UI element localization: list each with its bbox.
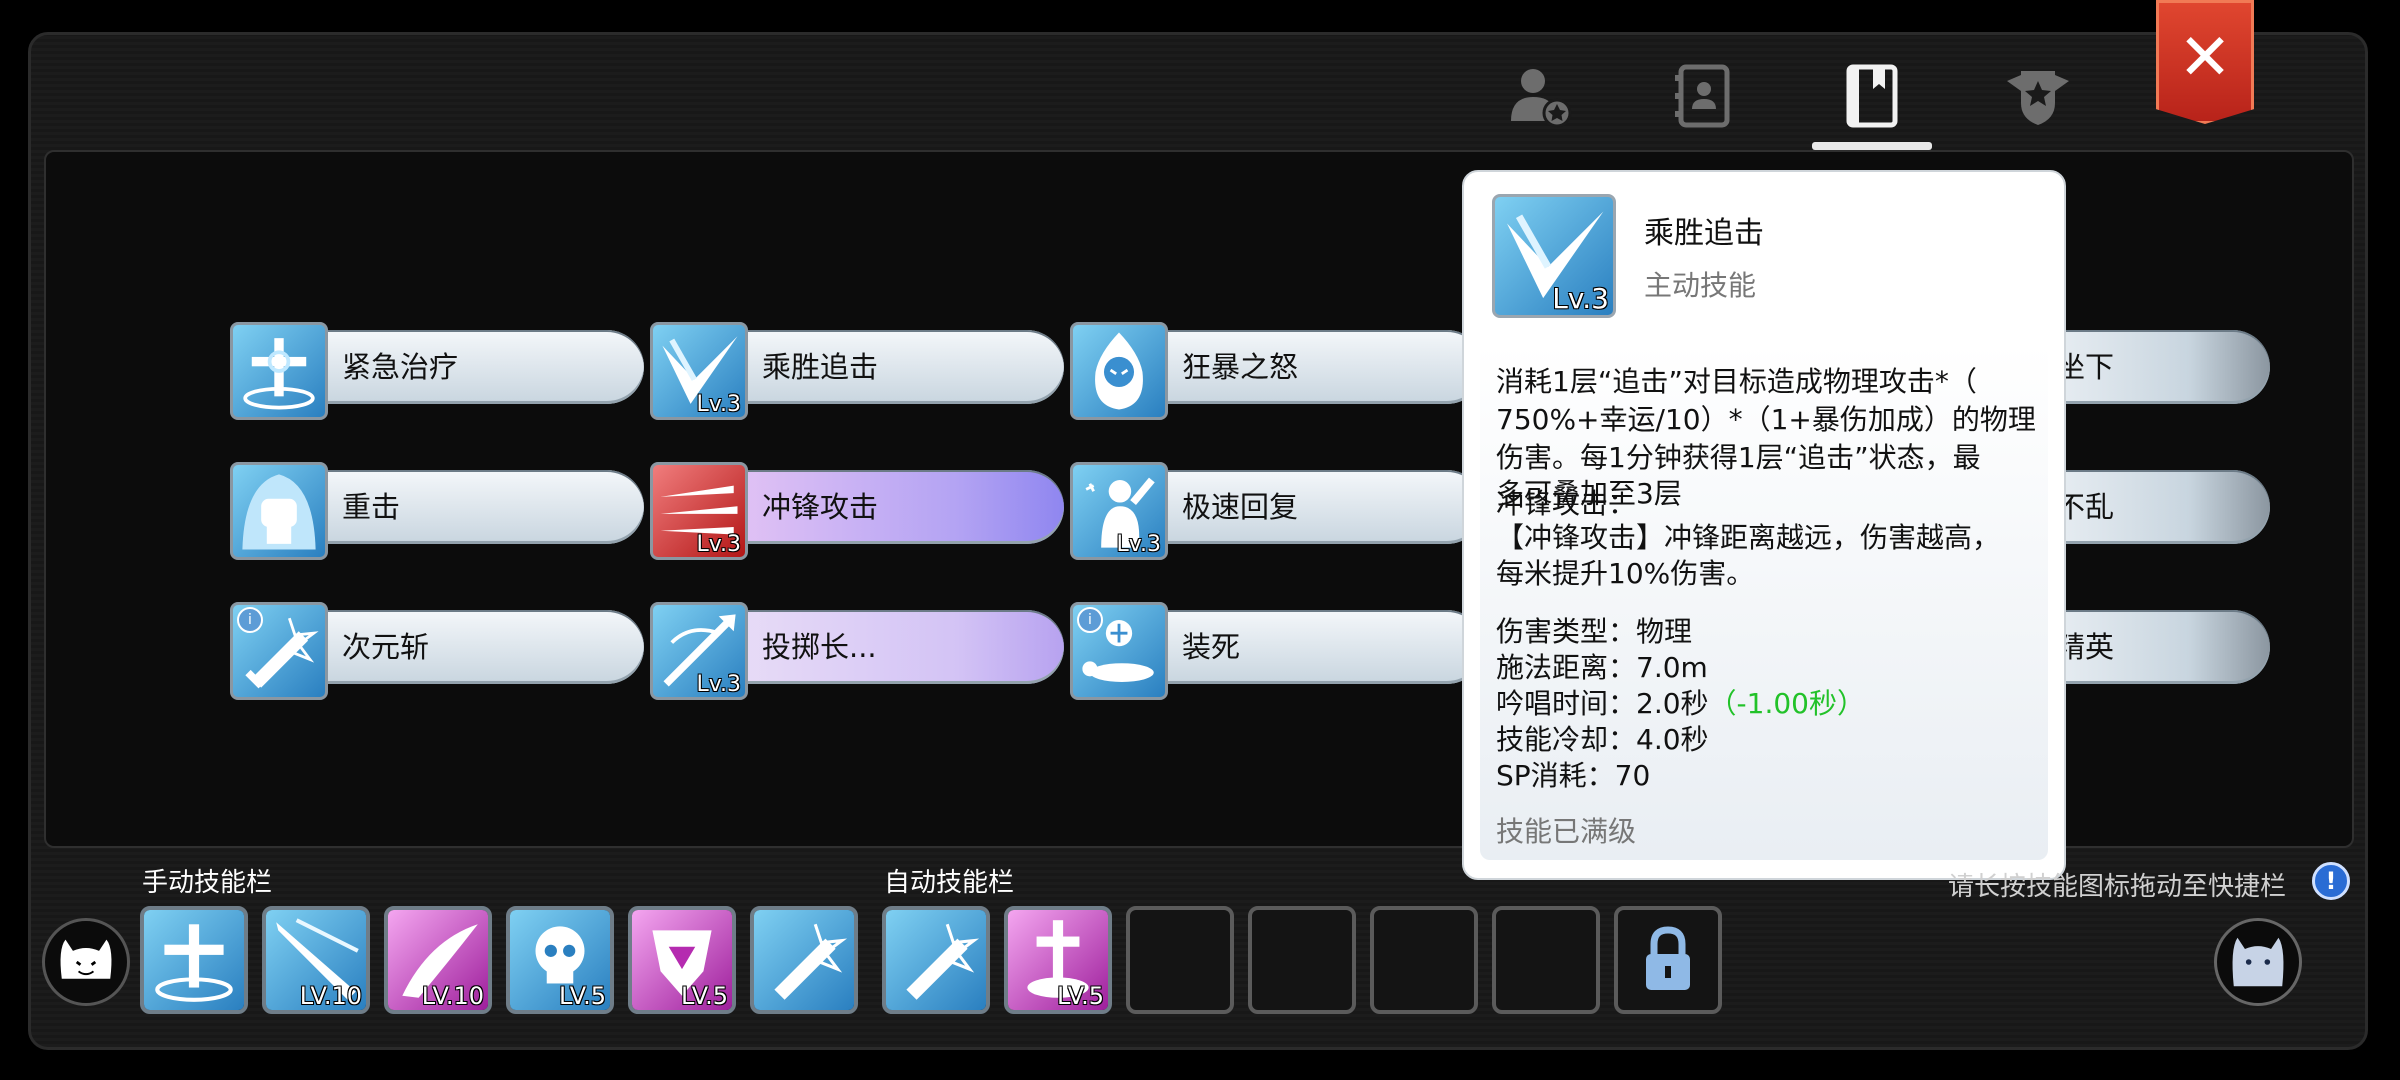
- stat-damage-type: 伤害类型：物理: [1496, 615, 1693, 648]
- auto-slot-2[interactable]: LV.5: [1004, 906, 1112, 1014]
- auto-slot-empty[interactable]: [1370, 906, 1478, 1014]
- manual-slot-3[interactable]: LV.10: [384, 906, 492, 1014]
- spear-throw-icon: Lv.3: [650, 602, 748, 700]
- tab-character[interactable]: [1500, 56, 1580, 136]
- tooltip-skill-type: 主动技能: [1644, 269, 1757, 302]
- stat-cast-range: 施法距离：7.0m: [1496, 651, 1708, 684]
- manual-skillbar-label: 手动技能栏: [142, 868, 273, 898]
- lock-icon: [1646, 926, 1690, 990]
- quick-recover-icon: Lv.3: [1070, 462, 1168, 560]
- pursuit-v-icon: Lv.3: [1492, 194, 1616, 318]
- skull-chain-icon: LV.5: [510, 910, 610, 1010]
- skill-book-icon: [1846, 64, 1898, 128]
- healing-cross-icon: [230, 322, 328, 420]
- pink-armor-icon: LV.5: [632, 910, 732, 1010]
- close-icon: ✕: [2178, 21, 2232, 95]
- charge-blades-icon: Lv.3: [650, 462, 748, 560]
- skill-tooltip: Lv.3 乘胜追击 主动技能 消耗1层“追击”对目标造成物理攻击*（ 750%+…: [1462, 170, 2066, 880]
- tab-skills[interactable]: [1832, 56, 1912, 136]
- tooltip-extra-line: 【冲锋攻击】冲锋距离越远，伤害越高，: [1496, 521, 2001, 554]
- rage-flame-icon: [1070, 322, 1168, 420]
- holy-cross-icon: LV.5: [1008, 910, 1108, 1010]
- auto-skillbar-label: 自动技能栏: [884, 868, 1015, 898]
- left-pet-avatar[interactable]: [42, 918, 130, 1006]
- tooltip-skill-name: 乘胜追击: [1644, 216, 1764, 251]
- stat-cooldown: 技能冷却：4.0秒: [1496, 723, 1709, 756]
- healing-cross-icon: [144, 910, 244, 1010]
- dimension-slash-icon: i: [230, 602, 328, 700]
- light-strike-icon: LV.10: [266, 910, 366, 1010]
- help-icon[interactable]: !: [2312, 862, 2350, 900]
- active-tab-indicator: [1812, 142, 1932, 150]
- manual-slot-6[interactable]: [750, 906, 858, 1014]
- manual-slot-2[interactable]: LV.10: [262, 906, 370, 1014]
- stat-sp-cost: SP消耗：70: [1496, 759, 1651, 792]
- close-button[interactable]: ✕: [2156, 0, 2254, 124]
- auto-slot-empty[interactable]: [1248, 906, 1356, 1014]
- play-dead-icon: i: [1070, 602, 1168, 700]
- sword-burst-icon: [886, 910, 986, 1010]
- manual-slot-4[interactable]: LV.5: [506, 906, 614, 1014]
- contact-book-icon: [1675, 64, 1730, 128]
- cat-face-icon: [60, 939, 112, 979]
- auto-slot-1[interactable]: [882, 906, 990, 1014]
- auto-slot-empty[interactable]: [1492, 906, 1600, 1014]
- pink-slash-icon: LV.10: [388, 910, 488, 1010]
- sword-burst-icon: [754, 910, 854, 1010]
- cast-time-bonus: （-1.00秒）: [1708, 687, 1865, 720]
- tooltip-footer: 技能已满级: [1496, 815, 1637, 848]
- auto-slot-locked[interactable]: [1614, 906, 1722, 1014]
- stat-cast-time: 吟唱时间：2.0秒（-1.00秒）: [1496, 687, 1865, 720]
- manual-slot-1[interactable]: [140, 906, 248, 1014]
- info-icon: i: [237, 607, 263, 633]
- tab-guild[interactable]: [1998, 56, 2078, 136]
- manual-slot-5[interactable]: LV.5: [628, 906, 736, 1014]
- tooltip-extra-line: 每米提升10%伤害。: [1496, 557, 1755, 590]
- tab-contacts[interactable]: [1664, 56, 1744, 136]
- drag-hint-text: 请长按技能图标拖动至快捷栏: [1948, 872, 2287, 902]
- auto-slot-empty[interactable]: [1126, 906, 1234, 1014]
- pursuit-v-icon: Lv.3: [650, 322, 748, 420]
- fist-icon: [230, 462, 328, 560]
- tooltip-desc-line: 750%+幸运/10）*（1+暴伤加成）的物理: [1496, 403, 2036, 436]
- guild-emblem-icon: [2007, 71, 2069, 125]
- cat-face-icon: [2232, 937, 2284, 987]
- character-star-icon: [1511, 69, 1572, 128]
- right-pet-avatar[interactable]: [2214, 918, 2302, 1006]
- info-icon: i: [1077, 607, 1103, 633]
- tooltip-desc-line: 伤害。每1分钟获得1层“追击”状态，最: [1496, 441, 1981, 474]
- tooltip-desc-line: 消耗1层“追击”对目标造成物理攻击*（: [1496, 365, 1977, 398]
